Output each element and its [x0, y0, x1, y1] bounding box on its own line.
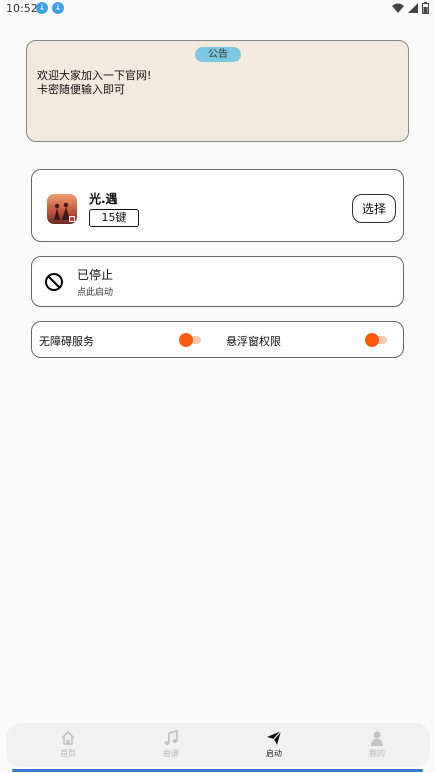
nav-label: 曲谱 — [163, 749, 179, 758]
signal-icon — [407, 3, 418, 13]
nav-item-profile[interactable]: 我的 — [357, 730, 397, 764]
notice-line: 卡密随便输入即可 — [37, 83, 125, 96]
accessibility-toggle[interactable] — [179, 333, 201, 347]
toggle-thumb — [365, 333, 379, 347]
status-bar: 10:52 ↓ ↓ — [0, 0, 435, 18]
bottom-nav: 首页 曲谱 启动 我的 — [6, 723, 430, 767]
notice-card: 公告 欢迎大家加入一下官网! 卡密随便输入即可 — [26, 40, 409, 142]
gesture-bar — [12, 769, 423, 772]
nav-label: 首页 — [60, 749, 76, 758]
overlay-permission-toggle[interactable] — [365, 333, 387, 347]
toggle-thumb — [179, 333, 193, 347]
accessibility-label: 无障碍服务 — [39, 335, 94, 348]
game-card: 光.遇 15键 选择 — [31, 169, 404, 242]
game-app-icon — [47, 194, 77, 224]
service-status-title: 已停止 — [77, 268, 114, 282]
game-name: 光.遇 — [89, 192, 118, 206]
music-note-icon — [164, 730, 178, 745]
select-button[interactable]: 选择 — [352, 194, 396, 223]
nav-item-sheet-music[interactable]: 曲谱 — [151, 730, 191, 764]
nav-label: 我的 — [369, 749, 385, 758]
home-icon — [61, 730, 75, 745]
nav-item-launch[interactable]: 启动 — [254, 730, 294, 764]
permissions-card: 无障碍服务 悬浮窗权限 — [31, 321, 404, 358]
battery-icon — [422, 2, 429, 14]
wifi-icon — [392, 3, 404, 13]
stop-icon — [45, 273, 63, 291]
download-icon: ↓ — [36, 2, 48, 14]
status-time: 10:52 — [6, 2, 38, 15]
system-icons — [392, 2, 429, 14]
download-icon: ↓ — [52, 2, 64, 14]
notice-text: 欢迎大家加入一下官网! 卡密随便输入即可 — [37, 69, 151, 97]
nav-item-home[interactable]: 首页 — [48, 730, 88, 764]
notice-line: 欢迎大家加入一下官网! — [37, 69, 152, 82]
service-status-card[interactable]: 已停止 点此启动 — [31, 256, 404, 307]
person-icon — [371, 731, 383, 746]
notice-tag: 公告 — [195, 47, 241, 62]
overlay-permission-label: 悬浮窗权限 — [226, 335, 281, 348]
key-count-badge: 15键 — [89, 209, 139, 227]
nav-label: 启动 — [266, 749, 282, 758]
service-status-subtitle: 点此启动 — [77, 288, 114, 298]
send-icon — [267, 730, 282, 745]
